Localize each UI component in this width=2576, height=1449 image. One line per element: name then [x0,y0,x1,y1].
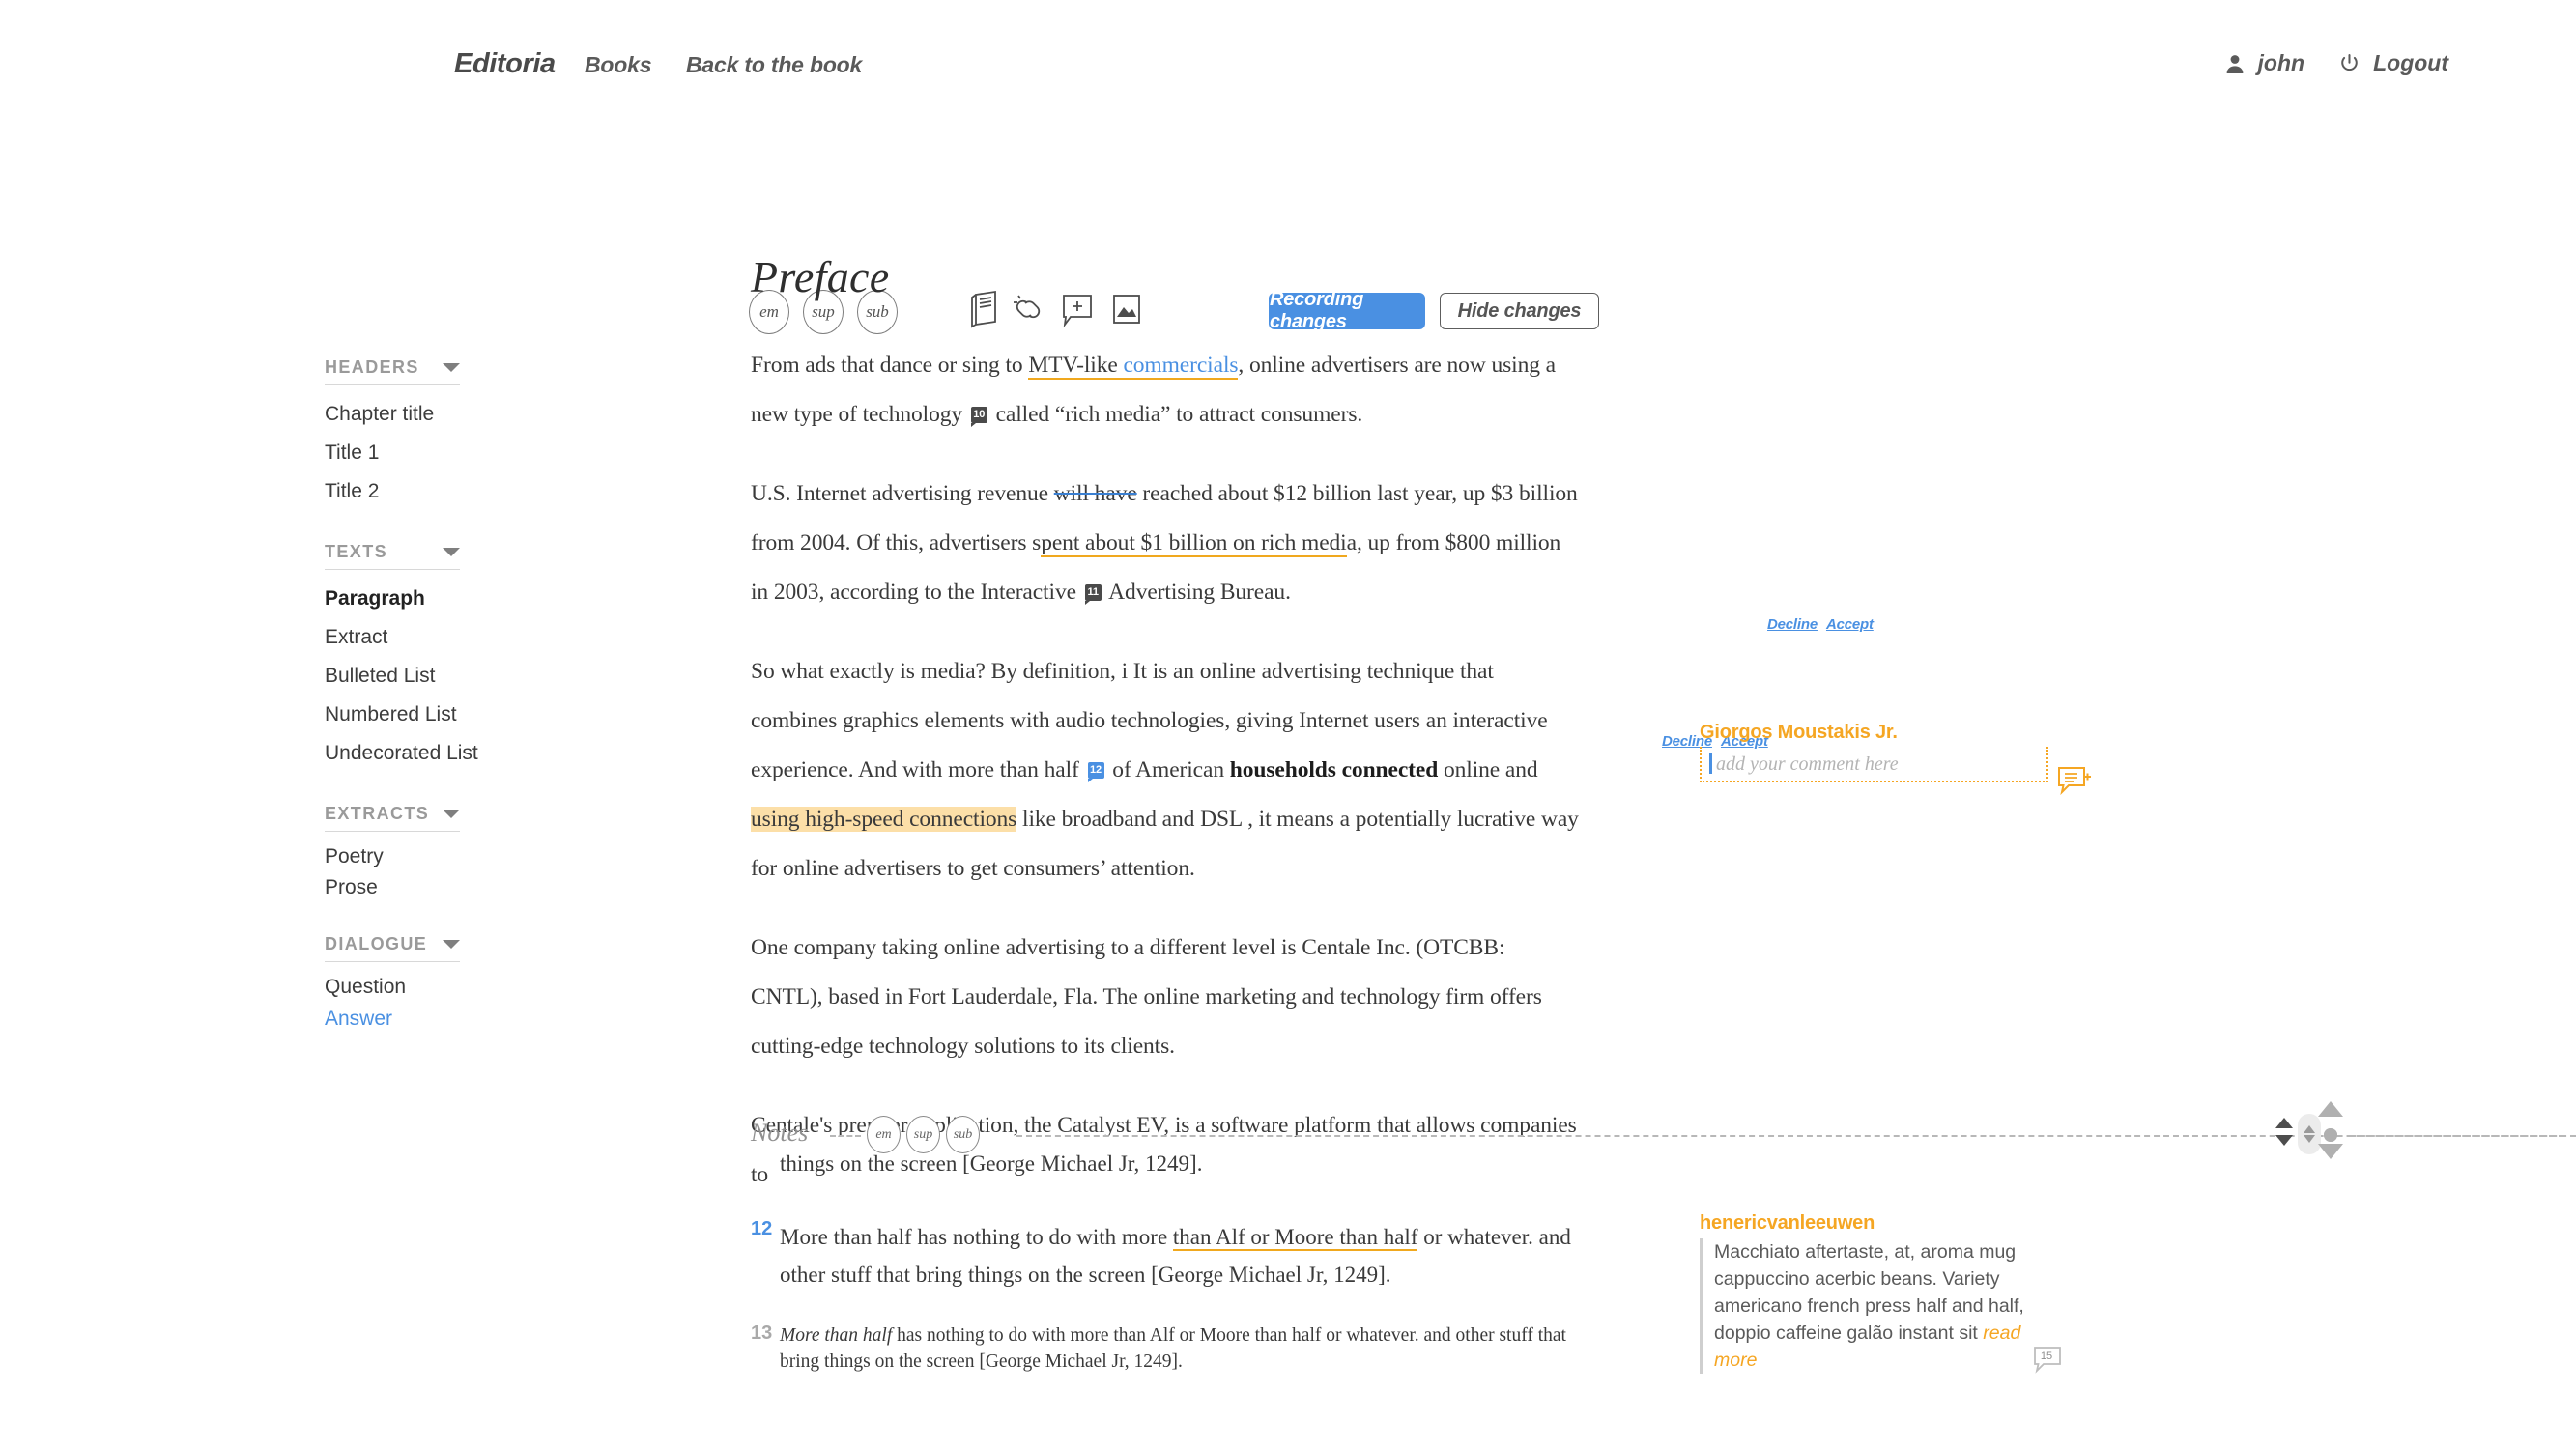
track-change-actions-1: Decline Accept [1767,616,1882,633]
chevron-down-icon[interactable] [443,810,460,819]
sidebar-group-header[interactable]: TEXTS [325,542,460,571]
decline-link-1[interactable]: Decline [1767,616,1818,633]
sidebar-item-paragraph[interactable]: Paragraph [325,580,590,618]
comment-count-value: 15 [2041,1350,2052,1362]
note-item-12[interactable]: 12 More than half has nothing to do with… [751,1218,1601,1293]
paragraph-3[interactable]: So what exactly is media? By definition,… [751,647,1582,894]
note-13-italic-lead: More than half [780,1325,893,1346]
sidebar-group-title: HEADERS [325,357,419,377]
paragraph-2[interactable]: U.S. Internet advertising revenue will h… [751,469,1582,617]
sidebar-group-headers: HEADERS Chapter title Title 1 Title 2 [325,357,590,511]
note-body: More than half has nothing to do with mo… [780,1218,1601,1293]
page-title: Preface [751,252,890,301]
note-marker-10[interactable]: 10 [970,407,987,427]
p3-highlighted-text[interactable]: using high-speed connections [751,807,1016,832]
p2-text-d: Advertising Bureau. [1103,580,1291,605]
sidebar-group-extracts: EXTRACTS Poetry Prose [325,804,590,903]
paragraph-1[interactable]: From ads that dance or sing to MTV-like … [751,341,1582,440]
notes-divider-line-left [830,1135,861,1137]
notes-label: Notes [751,1119,809,1147]
sidebar-group-dialogue: DIALOGUE Question Answer [325,934,590,1034]
username-label[interactable]: john [2258,50,2305,76]
sidebar-item-undecorated-list[interactable]: Undecorated List [325,734,590,773]
nav-link-books[interactable]: Books [585,52,651,78]
right-rail [2362,0,2401,1449]
p1-inserted-link[interactable]: commercials [1123,353,1239,380]
note-number: 12 [751,1218,773,1239]
note-12-underlined: than Alf or Moore than half [1172,1225,1418,1251]
app-logo[interactable]: Editoria [454,48,556,80]
sidebar-group-header[interactable]: EXTRACTS [325,804,460,833]
p1-text-c: called “rich media” to attract consumers… [989,402,1363,427]
top-navigation-bar: Editoria Books Back to the book john Log… [0,0,2576,135]
splitter-down-small[interactable] [2275,1135,2293,1146]
comment-count-icon[interactable]: 15 [2031,1345,2070,1378]
editor-toolbar: em sup sub Recording changes Hide change… [0,140,2576,334]
p1-inserted-underline: MTV-like [1028,353,1124,380]
sidebar-item-answer[interactable]: Answer [325,1004,590,1035]
power-icon[interactable] [2338,52,2361,74]
p3-text-b: of American [1106,757,1230,782]
sidebar-item-poetry[interactable]: Poetry [325,841,590,872]
nav-link-back-to-the-book[interactable]: Back to the book [686,52,862,78]
element-styles-sidebar: HEADERS Chapter title Title 1 Title 2 TE… [325,357,590,1065]
chevron-down-icon[interactable] [443,363,460,372]
sidebar-group-title: EXTRACTS [325,804,430,824]
comment-placeholder: add your comment here [1716,753,1899,775]
note-continuation-text[interactable]: things on the screen [George Michael Jr,… [780,1145,1601,1183]
sidebar-item-numbered-list[interactable]: Numbered List [325,696,590,734]
sidebar-item-extract[interactable]: Extract [325,618,590,657]
p1-text-a: From ads that dance or sing to [751,353,1029,378]
comment-add-icon[interactable] [2056,765,2093,796]
splitter-up-small[interactable] [2275,1118,2293,1128]
p3-text-c: online and [1438,757,1538,782]
sidebar-item-question[interactable]: Question [325,972,590,1003]
user-icon [2224,53,2246,74]
sidebar-group-title: TEXTS [325,542,388,562]
p3-bold-text: households connected [1229,757,1439,782]
comment-text: Macchiato aftertaste, at, aroma mug capp… [1714,1241,2024,1344]
sidebar-group-header[interactable]: DIALOGUE [325,934,460,963]
note-number: 13 [751,1322,773,1344]
note-13-rest: has nothing to do with more than Alf or … [780,1325,1566,1372]
note-item-13[interactable]: 13 More than half has nothing to do with… [751,1322,1601,1375]
comment-body[interactable]: Macchiato aftertaste, at, aroma mug capp… [1700,1238,2061,1374]
accept-link-1[interactable]: Accept [1826,616,1874,633]
note-marker-11[interactable]: 11 [1084,584,1102,605]
notes-list: things on the screen [George Michael Jr,… [751,1145,1601,1404]
note-marker-12[interactable]: 12 [1087,762,1104,782]
note-body: More than half has nothing to do with mo… [780,1322,1601,1375]
sidebar-item-bulleted-list[interactable]: Bulleted List [325,657,590,696]
sidebar-item-chapter-title[interactable]: Chapter title [325,395,590,434]
sidebar-item-title-2[interactable]: Title 2 [325,472,590,511]
comment-author: henericvanleeuwen [1700,1212,1875,1234]
sidebar-group-texts: TEXTS Paragraph Extract Bulleted List Nu… [325,542,590,773]
chevron-down-icon[interactable] [443,940,460,950]
comment-existing: henericvanleeuwen Macchiato aftertaste, … [1700,1212,2061,1374]
p2-text-a: U.S. Internet advertising revenue [751,481,1054,506]
note-12-text-a: More than half has nothing to do with mo… [780,1225,1173,1249]
paragraph-4[interactable]: One company taking online advertising to… [751,923,1582,1071]
text-caret [1709,753,1712,774]
sidebar-item-title-1[interactable]: Title 1 [325,434,590,472]
comment-input[interactable]: add your comment here [1700,747,2091,796]
document-body: Preface From ads that dance or sing to M… [751,251,1874,1230]
comment-author: Giorgos Moustakis Jr. [1700,722,1898,743]
splitter-up-large[interactable] [2318,1101,2343,1117]
sidebar-group-title: DIALOGUE [325,934,428,954]
user-area: john Logout [2224,50,2448,76]
sidebar-item-prose[interactable]: Prose [325,872,590,903]
sidebar-group-header[interactable]: HEADERS [325,357,460,385]
comment-new: Giorgos Moustakis Jr. add your comment h… [1700,722,2091,796]
p2-underlined-text: pent about $1 billion on rich medi [1041,530,1347,557]
chevron-down-icon[interactable] [443,548,460,557]
splitter-down-large[interactable] [2318,1144,2343,1159]
p2-deleted-text: will have [1053,481,1137,506]
